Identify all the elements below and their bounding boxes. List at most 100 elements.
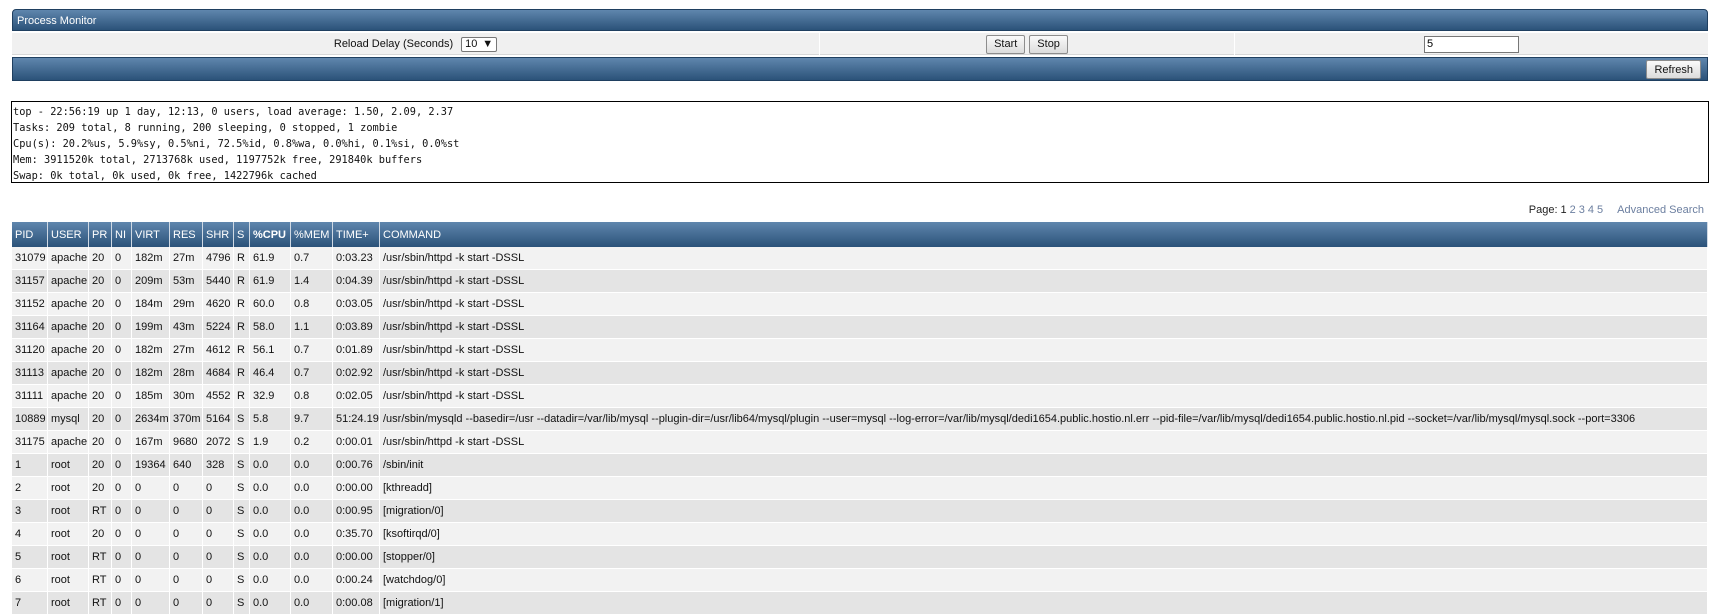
page-link-4[interactable]: 4 — [1588, 204, 1594, 216]
cell-ni: 0 — [112, 477, 132, 500]
cell-user: mysql — [48, 408, 89, 431]
cell-time: 0:35.70 — [333, 523, 380, 546]
cell-pid: 31111 — [12, 385, 48, 408]
page-link-3[interactable]: 3 — [1579, 204, 1585, 216]
cell-cpu: 5.8 — [250, 408, 291, 431]
column-header-pid[interactable]: PID — [12, 222, 48, 247]
cell-virt: 209m — [132, 270, 170, 293]
page-link-2[interactable]: 2 — [1570, 204, 1576, 216]
cell-ni: 0 — [112, 431, 132, 454]
cell-user: root — [48, 454, 89, 477]
cell-pr: 20 — [89, 362, 112, 385]
cell-res: 370m — [170, 408, 203, 431]
cell-res: 29m — [170, 293, 203, 316]
start-button[interactable]: Start — [986, 34, 1026, 54]
cell-pid: 1 — [12, 454, 48, 477]
column-header-mem[interactable]: %MEM — [291, 222, 333, 247]
column-header-ni[interactable]: NI — [112, 222, 132, 247]
cell-virt: 0 — [132, 592, 170, 615]
page-link-5[interactable]: 5 — [1597, 204, 1603, 216]
column-header-time[interactable]: TIME+ — [333, 222, 380, 247]
column-header-res[interactable]: RES — [170, 222, 203, 247]
cell-shr: 4620 — [203, 293, 234, 316]
table-row[interactable]: 10889 mysql 20 0 2634m 370m 5164 S 5.8 9.7 51:24.1… — [12, 408, 1708, 431]
column-header-command[interactable]: COMMAND — [380, 222, 1708, 247]
cell-ni: 0 — [112, 362, 132, 385]
column-header-shr[interactable]: SHR — [203, 222, 234, 247]
cell-time: 0:00.01 — [333, 431, 380, 454]
column-header-cpu[interactable]: %CPU — [250, 222, 291, 247]
table-row[interactable]: 3 root RT 0 0 0 0 S 0.0 0.0 0:00.95 [migration/0] — [12, 500, 1708, 523]
cell-pid: 6 — [12, 569, 48, 592]
table-row[interactable]: 31111 apache 20 0 185m 30m 4552 R 32.9 0.8 0:02.05… — [12, 385, 1708, 408]
refresh-bar: Refresh — [12, 57, 1708, 81]
window-title: Process Monitor — [17, 15, 97, 27]
page-link-1[interactable]: 1 — [1561, 204, 1567, 216]
cell-ni: 0 — [112, 546, 132, 569]
cell-res: 43m — [170, 316, 203, 339]
cell-time: 0:02.05 — [333, 385, 380, 408]
cell-time: 0:00.95 — [333, 500, 380, 523]
cell-shr: 4612 — [203, 339, 234, 362]
window-title-bar: Process Monitor — [12, 9, 1708, 31]
table-row[interactable]: 7 root RT 0 0 0 0 S 0.0 0.0 0:00.08 [migration/1] — [12, 592, 1708, 615]
table-row[interactable]: 31113 apache 20 0 182m 28m 4684 R 46.4 0.7 0:02.92… — [12, 362, 1708, 385]
cell-user: apache — [48, 362, 89, 385]
column-header-virt[interactable]: VIRT — [132, 222, 170, 247]
pager-label: Page: — [1528, 204, 1558, 216]
advanced-search-link[interactable]: Advanced Search — [1617, 204, 1704, 216]
cell-state: S — [234, 523, 250, 546]
summary-line: Swap: 0k total, 0k used, 0k free, 142279… — [13, 170, 317, 182]
table-row[interactable]: 31157 apache 20 0 209m 53m 5440 R 61.9 1.4 0:04.39… — [12, 270, 1708, 293]
cell-mem: 0.0 — [291, 569, 333, 592]
cell-virt: 0 — [132, 569, 170, 592]
cell-cpu: 0.0 — [250, 454, 291, 477]
table-row[interactable]: 6 root RT 0 0 0 0 S 0.0 0.0 0:00.24 [watchdog/0] — [12, 569, 1708, 592]
stop-button[interactable]: Stop — [1029, 34, 1068, 54]
cell-mem: 0.7 — [291, 362, 333, 385]
cell-shr: 5224 — [203, 316, 234, 339]
summary-line: Cpu(s): 20.2%us, 5.9%sy, 0.5%ni, 72.5%id… — [13, 138, 460, 150]
cell-pid: 7 — [12, 592, 48, 615]
cell-user: root — [48, 477, 89, 500]
table-row[interactable]: 31164 apache 20 0 199m 43m 5224 R 58.0 1.1 0:03.89… — [12, 316, 1708, 339]
cell-command: [watchdog/0] — [380, 569, 1708, 592]
refresh-button[interactable]: Refresh — [1646, 60, 1701, 79]
cell-state: R — [234, 293, 250, 316]
cell-ni: 0 — [112, 523, 132, 546]
cell-ni: 0 — [112, 293, 132, 316]
table-row[interactable]: 1 root 20 0 19364 640 328 S 0.0 0.0 0:00.76/sbin/i… — [12, 454, 1708, 477]
table-row[interactable]: 2 root 20 0 0 0 0 S 0.0 0.0 0:00.00 [kthreadd] — [12, 477, 1708, 500]
top-summary-box: top - 22:56:19 up 1 day, 12:13, 0 users,… — [11, 101, 1709, 183]
column-header-s[interactable]: S — [234, 222, 250, 247]
column-header-user[interactable]: USER — [48, 222, 89, 247]
table-row[interactable]: 31079 apache 20 0 182m 27m 4796 R 61.9 0.7 0:03.23… — [12, 247, 1708, 270]
cell-shr: 0 — [203, 500, 234, 523]
cell-state: R — [234, 362, 250, 385]
cell-mem: 0.0 — [291, 523, 333, 546]
table-row[interactable]: 31120 apache 20 0 182m 27m 4612 R 56.1 0.7 0:01.89… — [12, 339, 1708, 362]
table-row[interactable]: 31175 apache 20 0 167m 9680 2072 S 1.9 0.2 0:00.01… — [12, 431, 1708, 454]
column-header-pr[interactable]: PR — [89, 222, 112, 247]
cell-mem: 0.2 — [291, 431, 333, 454]
cell-ni: 0 — [112, 270, 132, 293]
cell-state: R — [234, 316, 250, 339]
cell-ni: 0 — [112, 408, 132, 431]
count-input[interactable] — [1424, 35, 1519, 53]
cell-virt: 167m — [132, 431, 170, 454]
table-row[interactable]: 31152 apache 20 0 184m 29m 4620 R 60.0 0.8 0:03.05… — [12, 293, 1708, 316]
cell-cpu: 60.0 — [250, 293, 291, 316]
process-table: PID USER PR NI VIRT RES SHR S %CPU %MEM TIME+ COMMA… — [12, 222, 1708, 615]
reload-delay-select[interactable]: 10 ▼ — [461, 36, 498, 52]
cell-command: [stopper/0] — [380, 546, 1708, 569]
cell-command: [ksoftirqd/0] — [380, 523, 1708, 546]
cell-pid: 3 — [12, 500, 48, 523]
cell-user: apache — [48, 293, 89, 316]
cell-pr: 20 — [89, 477, 112, 500]
cell-command: /usr/sbin/httpd -k start -DSSL — [380, 270, 1708, 293]
table-row[interactable]: 5 root RT 0 0 0 0 S 0.0 0.0 0:00.00 [stopper/0] — [12, 546, 1708, 569]
cell-shr: 0 — [203, 592, 234, 615]
cell-ni: 0 — [112, 247, 132, 270]
cell-cpu: 0.0 — [250, 500, 291, 523]
table-row[interactable]: 4 root 20 0 0 0 0 S 0.0 0.0 0:35.70 [ksoftirqd/0] — [12, 523, 1708, 546]
